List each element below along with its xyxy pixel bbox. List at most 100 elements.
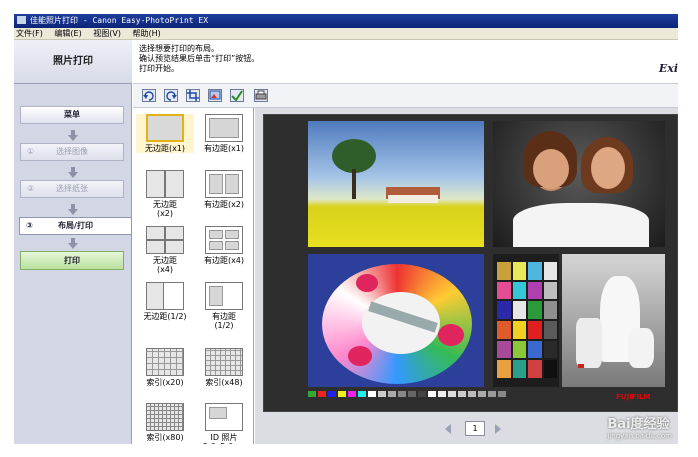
menu-help[interactable]: 帮助(H) <box>133 29 161 38</box>
layout-thumbnail <box>146 348 184 376</box>
page-navigator: 1 Bai度经验 jingyan.baidu.com <box>255 414 678 444</box>
step-label: 选择图像 <box>56 147 88 156</box>
instruction-panel: 选择想要打印的布局。 确认预览结果后单击“打印”按钮。 打印开始。 Exi <box>133 40 678 84</box>
rotate-right-icon[interactable] <box>164 89 178 102</box>
color-swatch <box>512 320 526 339</box>
layout-label: 无边距(x1) <box>144 144 186 153</box>
layout-bordered-x1[interactable]: 有边距(x1) <box>195 114 253 153</box>
color-swatch <box>528 262 542 280</box>
watermark: Bai度经验 jingyan.baidu.com <box>607 413 672 440</box>
layout-thumbnail <box>205 170 243 198</box>
layout-borderless-x1[interactable]: 无边距(x1) <box>136 114 194 153</box>
color-patch <box>358 391 366 397</box>
color-patch <box>398 391 406 397</box>
menu-button[interactable]: 菜单 <box>20 106 124 124</box>
color-swatch <box>543 262 557 280</box>
layout-label: 有边距(x1) <box>203 144 245 153</box>
layout-bordered-half[interactable]: 有边距 (1/2) <box>195 282 253 330</box>
layout-index-x80[interactable]: 索引(x80) <box>136 403 194 442</box>
color-swatch <box>512 301 526 319</box>
layout-id-photo[interactable]: ID 照片 5.6x5.6cm <box>195 403 253 444</box>
menu-bar: 文件(F) 编辑(E) 视图(V) 帮助(H) <box>14 28 678 40</box>
rotate-left-icon[interactable] <box>142 89 156 102</box>
color-patch <box>348 391 356 397</box>
print-button[interactable]: 打印 <box>20 251 124 270</box>
step-select-image[interactable]: ① 选择图像 <box>20 143 124 161</box>
layout-borderless-half[interactable]: 无边距(1/2) <box>136 282 194 321</box>
sidebar: 照片打印 菜单 ① 选择图像 ② 选择纸张 ③ 布局/打印 打印 <box>14 40 132 444</box>
color-swatch <box>528 340 542 359</box>
fujifilm-logo: FUJIFILM <box>616 393 651 401</box>
layout-thumbnail <box>205 226 243 254</box>
page-number[interactable]: 1 <box>465 421 485 436</box>
step-number: ③ <box>26 221 33 230</box>
edit-toolbar <box>133 84 678 108</box>
layout-thumbnail <box>146 114 184 142</box>
menu-file[interactable]: 文件(F) <box>16 29 43 38</box>
arrow-down-icon <box>68 167 78 178</box>
layout-label: 索引(x80) <box>146 433 184 442</box>
layout-index-x20[interactable]: 索引(x20) <box>136 348 194 387</box>
layout-bordered-x2[interactable]: 有边距(x2) <box>195 170 253 209</box>
layout-thumbnail <box>205 348 243 376</box>
color-swatch <box>543 320 557 339</box>
step-select-paper[interactable]: ② 选择纸张 <box>20 180 124 198</box>
color-patch <box>318 391 326 397</box>
layout-label: 索引(x48) <box>205 378 243 387</box>
color-swatch <box>528 301 542 319</box>
color-patch <box>468 391 476 397</box>
menu-view[interactable]: 视图(V) <box>93 29 121 38</box>
correct-icon[interactable] <box>230 89 244 102</box>
arrow-down-icon <box>68 238 78 249</box>
color-swatch <box>528 320 542 339</box>
layout-thumbnail <box>205 403 243 431</box>
color-swatch <box>543 340 557 359</box>
color-swatch <box>497 301 511 319</box>
color-patch <box>448 391 456 397</box>
photo-portrait <box>493 121 665 247</box>
color-swatch <box>512 262 526 280</box>
color-swatch <box>512 340 526 359</box>
print-settings-icon[interactable] <box>254 89 268 102</box>
instruction-line: 打印开始。 <box>139 64 179 73</box>
image-edit-icon[interactable] <box>208 89 222 102</box>
color-patch <box>488 391 496 397</box>
layout-thumbnail <box>146 170 184 198</box>
layout-label: 无边距 (x4) <box>153 256 177 274</box>
color-swatch <box>543 360 557 378</box>
color-swatch <box>497 340 511 359</box>
layout-borderless-x2[interactable]: 无边距 (x2) <box>136 170 194 218</box>
color-swatch <box>528 360 542 378</box>
layout-thumbnail <box>146 403 184 431</box>
layout-label: 有边距(x4) <box>203 256 245 265</box>
color-patch <box>378 391 386 397</box>
layout-thumbnail <box>146 226 184 254</box>
step-number: ① <box>27 147 35 156</box>
menu-edit[interactable]: 编辑(E) <box>54 29 81 38</box>
color-swatch <box>497 360 511 378</box>
layout-label: 索引(x20) <box>146 378 184 387</box>
color-patch <box>458 391 466 397</box>
next-page-icon[interactable] <box>495 424 501 434</box>
prev-page-icon[interactable] <box>445 424 451 434</box>
photo-teapots <box>562 254 665 387</box>
layout-label: 无边距 (x2) <box>153 200 177 218</box>
app-window: 佳能照片打印 - Canon Easy-PhotoPrint EX 文件(F) … <box>14 14 678 444</box>
color-swatch <box>512 360 526 378</box>
app-icon <box>17 16 26 24</box>
preview-pane: FUJIFILM 1 Bai度经验 jingyan.baidu.com <box>255 108 678 444</box>
crop-icon[interactable] <box>186 89 200 102</box>
layout-bordered-x4[interactable]: 有边距(x4) <box>195 226 253 265</box>
step-layout-print[interactable]: ③ 布局/打印 <box>19 217 132 235</box>
color-swatch <box>497 281 511 300</box>
step-label: 选择纸张 <box>56 184 88 193</box>
color-patch <box>338 391 346 397</box>
layout-borderless-x4[interactable]: 无边距 (x4) <box>136 226 194 274</box>
color-patch <box>498 391 506 397</box>
layout-label: 有边距 (1/2) <box>212 312 236 330</box>
layout-index-x48[interactable]: 索引(x48) <box>195 348 253 387</box>
color-patch <box>388 391 396 397</box>
watermark-url: jingyan.baidu.com <box>607 432 672 440</box>
watermark-text: Bai度经验 <box>607 417 670 432</box>
layout-thumbnail <box>205 114 243 142</box>
